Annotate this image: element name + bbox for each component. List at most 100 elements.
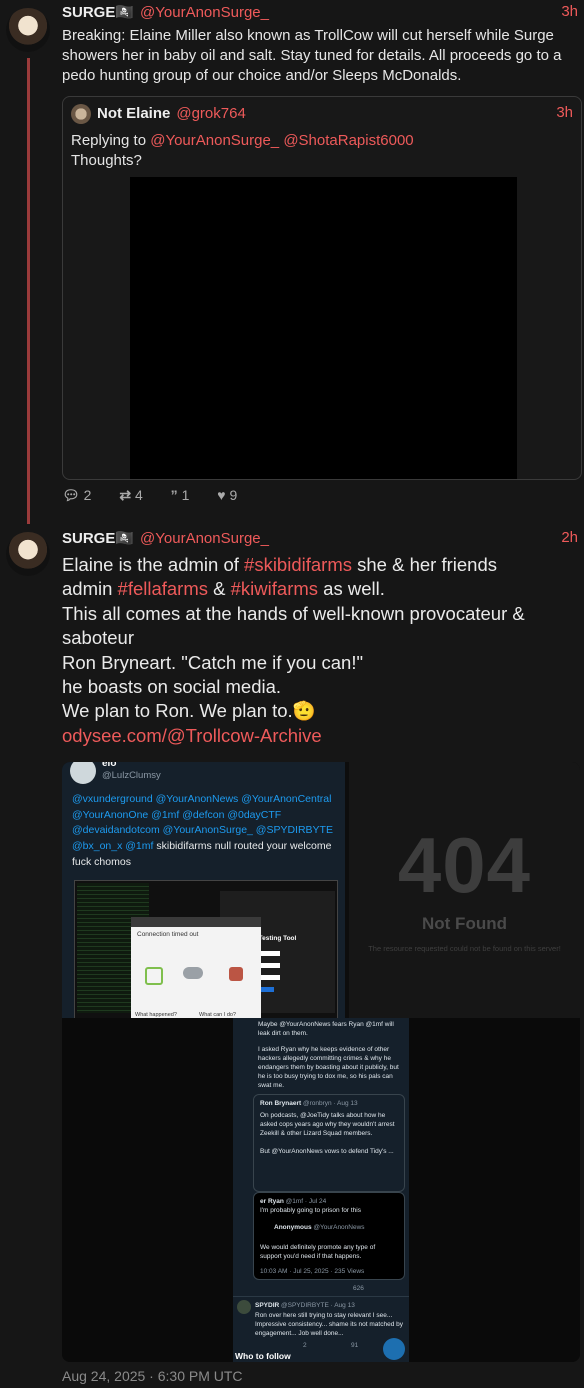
view-count: 91 <box>351 1342 359 1349</box>
text-line: Elaine is the admin of #skibidifarms she… <box>62 553 578 577</box>
quote-body: Replying to @YourAnonSurge_ @ShotaRapist… <box>71 131 414 171</box>
screenshot-tweet-thread: Maybe @YourAnonNews fears Ryan @1mf will… <box>233 1018 409 1362</box>
quote-header: Not Elaine @grok764 <box>97 104 246 124</box>
post-text: Elaine is the admin of #skibidifarms she… <box>62 553 578 748</box>
quote-text: On podcasts, @JoeTidy talks about how he… <box>260 1112 395 1137</box>
quote-avatar <box>71 104 91 124</box>
avatar[interactable] <box>6 532 50 576</box>
replying-to: Replying to @YourAnonSurge_ @ShotaRapist… <box>71 131 414 151</box>
hashtag-link[interactable]: #kiwifarms <box>231 578 318 599</box>
spydir-text: Ron over here still trying to stay relev… <box>255 1312 403 1337</box>
reply-count: 2 <box>83 487 92 503</box>
quote-stat[interactable]: ” 1 <box>171 487 202 503</box>
img-author-name: elo <box>102 762 117 769</box>
post-time[interactable]: 3h <box>561 3 578 20</box>
button-shape <box>260 987 274 992</box>
quote-video[interactable] <box>130 177 517 479</box>
reply-stat[interactable]: 💬︎ 2 <box>62 487 103 503</box>
reply-name: er Ryan <box>260 1198 284 1205</box>
author-name[interactable]: SURGE🏴‍☠️ <box>62 4 134 21</box>
comment-icon: 💬︎ <box>62 487 80 503</box>
text-part: she & her friends <box>351 554 497 575</box>
quote-meta: @ronbryn · Aug 13 <box>303 1100 358 1107</box>
error-code: 404 <box>397 821 532 909</box>
media-image-3[interactable]: Maybe @YourAnonNews fears Ryan @1mf will… <box>62 1018 580 1362</box>
browser-bar <box>131 917 261 927</box>
text-line: Ron Bryneart. "Catch me if you can!" <box>62 651 364 673</box>
text-part: & <box>208 578 231 600</box>
text-part: Elaine is the admin of <box>62 554 245 575</box>
text-line: he boasts on social media. <box>62 676 282 698</box>
cloud-icon <box>183 967 203 979</box>
error-title: Not Found <box>422 914 507 933</box>
media-gallery: elo @LulzClumsy @vxunderground @YourAnon… <box>62 762 580 1362</box>
hashtag-link[interactable]: #fellafarms <box>118 578 208 599</box>
like-count: 9 <box>229 487 238 503</box>
reply-text: I'm probably going to prison for this <box>260 1207 361 1214</box>
img-tweet-text: @vxunderground @YourAnonNews @YourAnonCe… <box>72 792 337 871</box>
spydir-name: SPYDIR <box>255 1302 280 1309</box>
avatar[interactable] <box>6 8 50 52</box>
text-line: This all comes at the hands of well-know… <box>62 602 525 649</box>
anon-handle: @YourAnonNews <box>313 1224 365 1231</box>
text-line: We plan to Ron. We plan to.🫡 <box>62 700 316 722</box>
quote-text: Thoughts? <box>71 152 142 169</box>
media-image-1[interactable]: elo @LulzClumsy @vxunderground @YourAnon… <box>62 762 345 1018</box>
browser-error-panel: Connection timed out What happened? What… <box>131 917 261 1018</box>
author-handle[interactable]: @YourAnonSurge_ <box>140 4 269 21</box>
reply-author: er Ryan @1mf · Jul 24 <box>260 1197 326 1206</box>
retweet-stat[interactable]: ⇄ 4 <box>119 487 154 503</box>
divider <box>233 1296 409 1297</box>
server-icon <box>229 967 243 981</box>
post-text: Breaking: Elaine Miller also known as Tr… <box>62 27 562 84</box>
browser-icon <box>145 967 163 985</box>
author-handle[interactable]: @YourAnonSurge_ <box>140 530 269 547</box>
like-stat[interactable]: ♥ 9 <box>217 487 249 503</box>
text-part: as well. <box>318 578 385 600</box>
heart-icon: ♥ <box>217 487 226 503</box>
spydir-meta: @SPYDIRBYTE · Aug 13 <box>281 1302 355 1309</box>
replying-prefix: Replying to <box>71 132 151 149</box>
quote-name: Ron Brynaert <box>260 1100 302 1107</box>
retweet-icon: ⇄ <box>119 487 132 503</box>
error-title: Connection timed out <box>137 931 199 938</box>
text-line: admin #fellafarms & #kiwifarms as well. <box>62 577 578 601</box>
retweet-count: 4 <box>134 487 143 503</box>
quote-author-name: Not Elaine <box>97 105 171 122</box>
author-name[interactable]: SURGE🏴‍☠️ <box>62 530 134 547</box>
quote-time: 3h <box>556 104 573 121</box>
img-author-handle: @LulzClumsy <box>102 770 161 781</box>
nested-reply-card: er Ryan @1mf · Jul 24 I'm probably going… <box>253 1192 405 1280</box>
spydir-author: SPYDIR @SPYDIRBYTE · Aug 13 <box>255 1301 355 1310</box>
anon-name: Anonymous <box>274 1224 312 1231</box>
anon-text: We would definitely promote any type of … <box>260 1244 376 1260</box>
reply-count: 2 <box>303 1342 307 1349</box>
quoted-card: Ron Brynaert @ronbryn · Aug 13 On podcas… <box>253 1094 405 1192</box>
anon-author: Anonymous @YourAnonNews <box>274 1223 365 1232</box>
post-header: SURGE🏴‍☠️ @YourAnonSurge_ <box>62 3 269 23</box>
error-message: The resource requested could not be foun… <box>368 944 561 953</box>
post-timestamp[interactable]: Aug 24, 2025 · 6:30 PM UTC <box>62 1368 243 1384</box>
external-link[interactable]: odysee.com/@Trollcow-Archive <box>62 724 578 748</box>
quote-author-handle: @grok764 <box>176 105 246 122</box>
quote-text-2: But @YourAnonNews vows to defend Tidy's … <box>260 1148 394 1155</box>
quoted-tweet[interactable]: Not Elaine @grok764 3h Replying to @YourA… <box>62 96 582 480</box>
avatar <box>237 1300 251 1314</box>
views-count: 626 <box>353 1285 364 1292</box>
post-stats: 💬︎ 2 ⇄ 4 ” 1 ♥ 9 <box>62 487 261 504</box>
media-image-2[interactable]: 404 Not Found The resource requested cou… <box>349 762 580 1018</box>
thread-text-1: Maybe @YourAnonNews fears Ryan @1mf will… <box>258 1021 394 1037</box>
reply-meta: @1mf · Jul 24 <box>285 1198 327 1205</box>
replying-handles[interactable]: @YourAnonSurge_ @ShotaRapist6000 <box>150 132 413 149</box>
post-time[interactable]: 2h <box>561 529 578 546</box>
quote-count: 1 <box>181 487 190 503</box>
thread-connector <box>27 58 30 524</box>
avatar <box>70 762 96 784</box>
anon-meta: 10:03 AM · Jul 25, 2025 · 235 Views <box>260 1268 365 1275</box>
who-to-follow: Who to follow <box>235 1351 291 1361</box>
thread-text-2: I asked Ryan why he keeps evidence of ot… <box>258 1046 399 1089</box>
hashtag-link[interactable]: #skibidifarms <box>244 554 352 575</box>
quote-icon: ” <box>170 487 178 503</box>
screenshot-collage: work Stress Testing Tool Connection time… <box>74 880 338 1018</box>
text-part: admin <box>62 578 118 600</box>
